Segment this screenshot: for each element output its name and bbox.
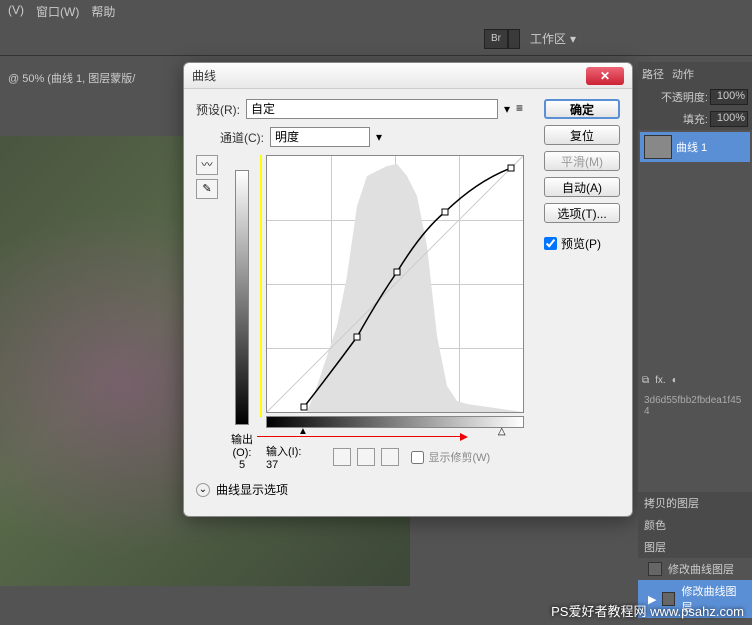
document-title: @ 50% (曲线 1, 图层蒙版/ [0,66,143,90]
annotation-arrow [257,436,462,437]
output-label: 输出(O): [222,431,262,459]
bridge-dropdown[interactable] [508,29,520,49]
menu-view[interactable]: (V) [8,3,24,19]
workspace-label[interactable]: 工作区 [530,30,566,47]
expand-chevron-icon[interactable]: ⌄ [196,483,210,497]
layer-thumb-icon [644,135,672,159]
black-eyedropper[interactable] [333,448,351,466]
history-color[interactable]: 颜色 [638,514,752,536]
ok-button[interactable]: 确定 [544,99,620,119]
fill-field[interactable]: 100% [710,111,748,127]
vertical-ramp [235,170,249,425]
close-button[interactable]: ✕ [586,67,624,85]
input-label: 输入(I): [266,446,301,458]
tab-paths[interactable]: 路径 [642,66,664,82]
gray-eyedropper[interactable] [357,448,375,466]
display-options-label[interactable]: 曲线显示选项 [216,481,288,498]
history-copy-layer[interactable]: 拷贝的图层 [638,492,752,514]
curve-graph[interactable] [266,155,524,413]
channel-chevron-icon[interactable]: ▾ [376,130,382,144]
show-clipping-checkbox[interactable] [411,451,424,464]
history-mod-curve-1[interactable]: 修改曲线图层 [638,558,752,580]
input-value: 37 [266,459,278,471]
layer-curves-1[interactable]: 曲线 1 [640,132,750,162]
bridge-button[interactable]: Br [484,29,508,49]
fill-label: 填充: [683,111,708,127]
history-layer[interactable]: 图层 [638,536,752,558]
link-icon[interactable]: ⧉ [642,375,649,386]
menu-window[interactable]: 窗口(W) [36,3,79,19]
dialog-title: 曲线 [192,67,216,84]
workspace-menu-icon[interactable] [580,31,592,47]
history-icon [648,562,662,576]
fx-icon[interactable]: fx. [655,375,666,386]
right-panels: 路径 动作 不透明度: 100% 填充: 100% 曲线 1 ⧉ fx. ◐ 3… [638,62,752,618]
auto-button[interactable]: 自动(A) [544,177,620,197]
preset-select[interactable]: 自定 [246,99,498,119]
channel-label: 通道(C): [220,129,264,146]
layer-name-label: 曲线 1 [676,139,707,155]
opacity-field[interactable]: 100% [710,89,748,105]
preview-label: 预览(P) [561,235,601,252]
yellow-marker [260,155,262,417]
hash-text: 3d6d55fbb2fbdea1f454 [638,389,752,423]
curve-line [267,156,523,412]
preset-chevron-icon[interactable]: ▾ [504,102,510,116]
chevron-down-icon[interactable]: ▾ [570,32,576,46]
preset-menu-icon[interactable] [516,101,532,117]
smooth-button[interactable]: 平滑(M) [544,151,620,171]
white-slider[interactable]: △ [498,426,506,437]
opacity-label: 不透明度: [661,89,708,105]
output-value: 5 [222,459,262,471]
channel-select[interactable]: 明度 [270,127,370,147]
tab-actions[interactable]: 动作 [672,66,694,82]
menu-help[interactable]: 帮助 [91,3,115,19]
curves-dialog: 曲线 ✕ 预设(R): 自定 ▾ 通道(C): 明度 ▾ 〰 [183,62,633,517]
show-clipping-label: 显示修剪(W) [428,449,490,465]
pencil-tool-button[interactable]: ✎ [196,179,218,199]
preview-checkbox[interactable] [544,237,557,250]
mask-icon[interactable]: ◐ [672,375,678,386]
reset-button[interactable]: 复位 [544,125,620,145]
curve-tool-button[interactable]: 〰 [196,155,218,175]
options-button[interactable]: 选项(T)... [544,203,620,223]
white-eyedropper[interactable] [381,448,399,466]
preset-label: 预设(R): [196,101,240,118]
watermark: PS爱好者教程网 www.psahz.com [551,601,744,620]
